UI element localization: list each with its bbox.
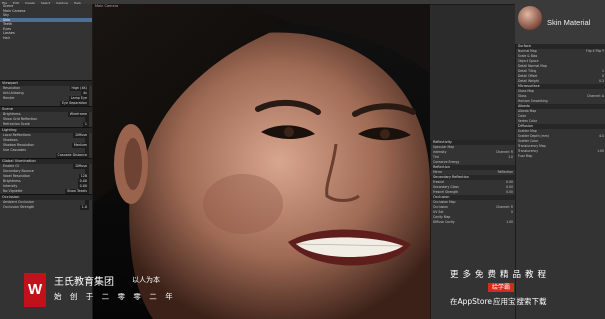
scene-properties: Viewport Resolution High (4K) Anti-Aliasing… xyxy=(0,80,92,210)
property-row: Occlusion Strength 1.0 xyxy=(0,205,92,210)
panel-row-value[interactable]: Channel: A xyxy=(587,94,604,99)
property-value[interactable]: Cascade Distance xyxy=(55,153,89,158)
promo-highlight: 应用宝 xyxy=(491,297,517,306)
property-value[interactable]: Eye Separation xyxy=(59,101,89,106)
panel-row: Fuzz Map xyxy=(516,154,605,159)
outliner-item[interactable]: Hair xyxy=(0,36,92,41)
property-label: Refraction Scale xyxy=(3,122,30,126)
viewport-title: Main Camera xyxy=(95,4,119,8)
panel-row-value[interactable]: 1.00 xyxy=(506,220,513,225)
property-value[interactable]: 1 xyxy=(82,122,89,127)
material-title: Skin Material xyxy=(547,18,591,27)
brand-founded: 始 创 于 二 零 零 二 年 xyxy=(54,292,176,301)
property-value[interactable]: 1.0 xyxy=(79,205,89,210)
property-label: No Vignette xyxy=(3,189,23,193)
promo-watermark: 更多免费精品教程 绘学霸 在AppStore应用宝搜索下载 xyxy=(450,268,600,313)
property-label: Use Cascades xyxy=(3,148,26,152)
promo-line1: 更多免费精品教程 xyxy=(450,270,551,280)
brand-slogan: 以人为本 xyxy=(132,276,160,284)
panel-row-label: Diffuse Cavity xyxy=(433,220,455,224)
brand-company: 王氏教育集团 xyxy=(54,277,114,288)
panel-row-value[interactable]: 0.3 xyxy=(599,79,604,84)
property-label: Render xyxy=(3,96,15,100)
panel-row-value[interactable]: 4.0 xyxy=(599,134,604,139)
panel-row-value[interactable]: Flip X Flip Y xyxy=(586,49,604,54)
panel-row-value[interactable]: 1.0 xyxy=(508,155,513,160)
panel-row: Diffuse Cavity 1.00 xyxy=(431,220,515,225)
panel-row-value[interactable]: Reflection xyxy=(498,170,513,175)
outliner-list: Scene Main Camera Sky Skin Teeth Eyes Lashes Ha… xyxy=(0,4,92,40)
panel-row-value[interactable]: 0 xyxy=(511,210,513,215)
panel-row-label: Fuzz Map xyxy=(518,154,533,158)
panel-row-value[interactable]: 0.00 xyxy=(506,190,513,195)
promo-line2: 在AppStore应用宝搜索下载 xyxy=(450,296,546,307)
property-label: Occlusion Strength xyxy=(3,205,35,209)
panel-row-value[interactable]: 1.00 xyxy=(597,149,604,154)
material-header: Skin Material xyxy=(515,0,605,44)
brand-logo: W xyxy=(24,273,46,307)
brand-watermark: W 王氏教育集团 以人为本 始 创 于 二 零 零 二 年 xyxy=(14,270,194,310)
promo-prefix: 在AppStore xyxy=(450,297,492,306)
material-preview-sphere xyxy=(518,6,542,30)
promo-suffix: 搜索下载 xyxy=(516,297,547,306)
promo-badge: 绘学霸 xyxy=(488,283,515,292)
property-value[interactable]: Show Texels xyxy=(65,189,89,194)
